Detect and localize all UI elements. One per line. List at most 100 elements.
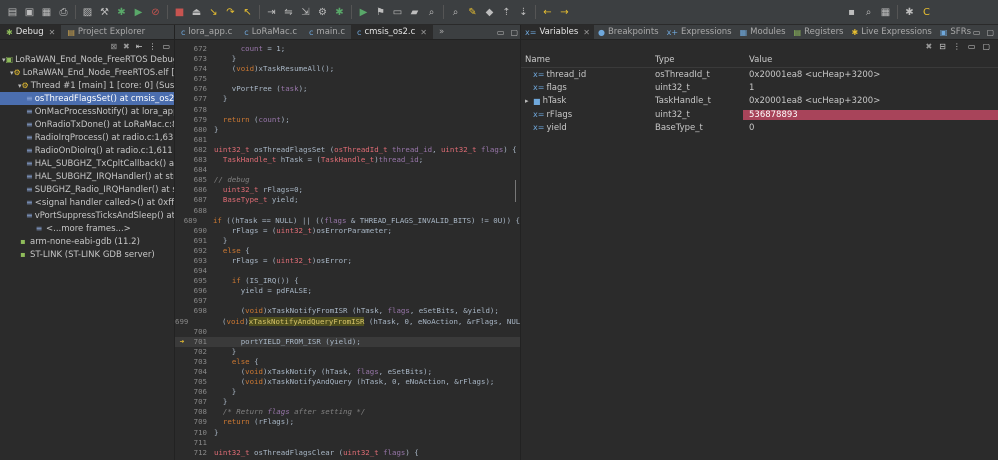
close-icon[interactable]: ✕ (49, 28, 56, 37)
gutter[interactable] (175, 327, 189, 337)
variables-panel-tab[interactable]: ▤ Registers (790, 25, 848, 39)
file-icon[interactable]: ▤ (6, 6, 19, 19)
gutter[interactable] (175, 438, 189, 448)
variable-value[interactable]: 0x20001ea8 <ucHeap+3200> (743, 70, 998, 80)
minimize-icon[interactable]: ▭ (973, 28, 981, 37)
debug-tree-item[interactable]: ▾⚙LoRaWAN_End_Node_FreeRTOS.elf [cores: … (0, 66, 174, 79)
perspective-icon[interactable]: ▦ (879, 6, 892, 19)
editor-tab[interactable]: c main.c (303, 25, 351, 39)
gutter[interactable] (175, 428, 189, 438)
debug-tree-item[interactable]: ≡HAL_SUBGHZ_TxCpltCallback() at radi (0, 157, 174, 170)
vertical-scrollbar[interactable] (515, 180, 516, 202)
gutter[interactable] (175, 175, 189, 185)
debug-config-icon[interactable]: ✱ (333, 6, 346, 19)
debug-tree-item[interactable]: ≡SUBGHZ_Radio_IRQHandler() at stm32 (0, 183, 174, 196)
prev-annotation-icon[interactable]: ⇡ (500, 6, 513, 19)
step-over-icon[interactable]: ↷ (224, 6, 237, 19)
variable-value[interactable]: 536878893 (743, 109, 998, 120)
maximize-icon[interactable]: ▢ (510, 28, 518, 37)
build-icon[interactable]: ⚒ (98, 6, 111, 19)
gutter[interactable] (175, 357, 189, 367)
gutter[interactable] (175, 105, 189, 115)
gutter[interactable] (175, 94, 189, 104)
close-icon[interactable]: ✕ (420, 28, 427, 37)
remove-all-icon[interactable]: ✖ (123, 42, 130, 51)
run-config-icon[interactable]: ▶ (357, 6, 370, 19)
debug-tree-item[interactable]: ≡vPortSuppressTicksAndSleep() at port (0, 209, 174, 222)
variables-panel-tab[interactable]: ● Breakpoints (594, 25, 663, 39)
view-menu-icon[interactable]: ⋮ (148, 42, 156, 51)
editor-tab[interactable]: » (433, 25, 450, 39)
gutter[interactable] (175, 266, 189, 276)
variables-panel-tab[interactable]: x= Variables ✕ (521, 25, 594, 39)
gutter[interactable] (175, 195, 189, 205)
variable-row[interactable]: x= thread_id osThreadId_t 0x20001ea8 <ucHea… (525, 68, 998, 81)
editor-tab[interactable]: c LoRaMac.c (238, 25, 303, 39)
gutter[interactable] (175, 256, 189, 266)
print-icon[interactable]: ⎙ (57, 6, 70, 19)
gutter[interactable] (175, 377, 189, 387)
gutter[interactable] (175, 135, 189, 145)
minimize-icon[interactable]: ▭ (968, 42, 976, 51)
gutter[interactable] (175, 236, 189, 246)
instruction-pointer-icon[interactable]: ➔ (175, 337, 189, 347)
variable-value[interactable]: 0x20001ea8 <ucHeap+3200> (743, 96, 998, 106)
new-folder-icon[interactable]: ▭ (391, 6, 404, 19)
toggle-mark-icon[interactable]: ◆ (483, 6, 496, 19)
gutter[interactable] (175, 226, 189, 236)
disconnect-icon[interactable]: ⏏ (190, 6, 203, 19)
save-all-icon[interactable]: ▦ (40, 6, 53, 19)
debug-tree-item[interactable]: ≡RadioOnDioIrq() at radio.c:1,611 0x80 (0, 144, 174, 157)
highlight-icon[interactable]: ✎ (466, 6, 479, 19)
debug-tree-item[interactable]: ≡RadioIrqProcess() at radio.c:1,637 0x (0, 131, 174, 144)
save-icon[interactable]: ▣ (23, 6, 36, 19)
search-icon[interactable]: ⌕ (449, 6, 462, 19)
gutter[interactable] (175, 145, 189, 155)
new-package-icon[interactable]: ▰ (408, 6, 421, 19)
remove-terminated-icon[interactable]: ⊠ (110, 42, 117, 51)
gutter[interactable] (175, 407, 189, 417)
variable-row[interactable]: x= rFlags uint32_t 536878893 (525, 108, 998, 121)
editor-tab[interactable]: c lora_app.c (175, 25, 238, 39)
gutter[interactable] (175, 115, 189, 125)
debug-tree-item[interactable]: ▪ ST-LINK (ST-LINK GDB server) (0, 248, 174, 261)
debug-tree-item[interactable]: ≡OnMacProcessNotify() at lora_app.c:4 (0, 105, 174, 118)
open-type-icon[interactable]: ⌕ (425, 6, 438, 19)
variables-panel-tab[interactable]: ▦ Modules (736, 25, 790, 39)
gutter[interactable] (175, 296, 189, 306)
minimize-icon[interactable]: ▭ (162, 42, 170, 51)
variable-row[interactable]: ▸ ■ hTask TaskHandle_t 0x20001ea8 <ucHeap+32… (525, 95, 998, 108)
debug-tree-item[interactable]: ≡osThreadFlagsSet() at cmsis_os2.c:701 (0, 92, 174, 105)
gutter[interactable] (175, 417, 189, 427)
gutter[interactable] (175, 286, 189, 296)
gutter[interactable] (175, 155, 189, 165)
debug-tree-item[interactable]: ▪ arm-none-eabi-gdb (11.2) (0, 235, 174, 248)
gutter[interactable] (175, 347, 189, 357)
variable-row[interactable]: x= flags uint32_t 1 (525, 81, 998, 94)
debug-tree-item[interactable]: ≡OnRadioTxDone() at LoRaMac.c:883 0 (0, 118, 174, 131)
search-top-icon[interactable]: ⌕ (862, 6, 875, 19)
editor-tab[interactable]: c cmsis_os2.c ✕ (351, 25, 433, 39)
debug-tree-item[interactable]: ▾▣LoRaWAN_End_Node_FreeRTOS Debug [STM32 (0, 53, 174, 66)
back-icon[interactable]: ← (541, 6, 554, 19)
gutter[interactable] (175, 246, 189, 256)
column-value[interactable]: Value (743, 55, 998, 65)
gutter[interactable] (175, 165, 189, 175)
perspective-debug-icon[interactable]: ✱ (903, 6, 916, 19)
gutter[interactable] (175, 125, 189, 135)
step-into-icon[interactable]: ↘ (207, 6, 220, 19)
column-name[interactable]: Name (525, 55, 655, 65)
gutter[interactable] (175, 185, 189, 195)
gutter[interactable] (175, 206, 189, 216)
gutter[interactable] (175, 397, 189, 407)
debug-tree-item[interactable]: ≡<signal handler called>() at 0xffffffd (0, 196, 174, 209)
external-tools-icon[interactable]: ⚑ (374, 6, 387, 19)
gutter[interactable] (175, 64, 189, 74)
debug-tree-item[interactable]: ▾⚙Thread #1 [main] 1 [core: 0] (Suspende… (0, 79, 174, 92)
instruction-step-icon[interactable]: ⇲ (299, 6, 312, 19)
next-annotation-icon[interactable]: ⇣ (517, 6, 530, 19)
perspective-c-icon[interactable]: C (920, 6, 933, 19)
remove-icon[interactable]: ✖ (925, 42, 932, 51)
forward-icon[interactable]: → (558, 6, 571, 19)
debug-icon[interactable]: ✱ (115, 6, 128, 19)
